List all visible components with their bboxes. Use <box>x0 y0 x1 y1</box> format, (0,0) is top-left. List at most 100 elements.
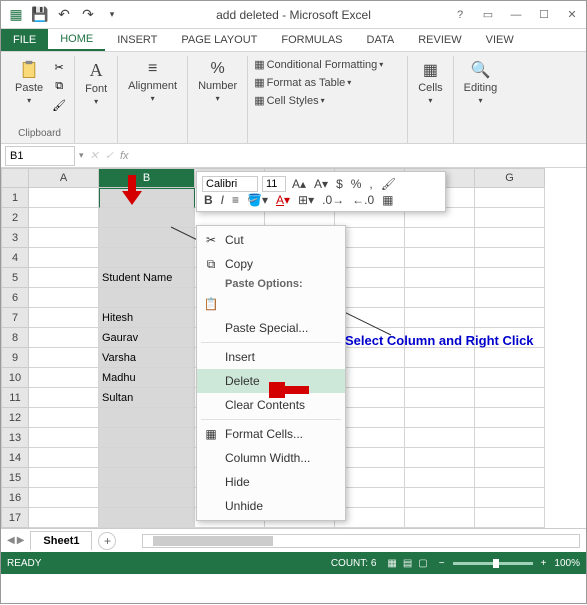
cell[interactable] <box>405 488 475 508</box>
close-icon[interactable]: ✕ <box>558 4 586 26</box>
cell[interactable] <box>475 408 545 428</box>
conditional-formatting-button[interactable]: ▦Conditional Formatting▾ <box>254 58 383 71</box>
cell[interactable] <box>405 428 475 448</box>
menu-insert[interactable]: Insert <box>197 345 345 369</box>
help-icon[interactable]: ? <box>446 4 474 26</box>
mini-size-select[interactable]: 11 <box>262 176 286 192</box>
cell[interactable] <box>29 408 99 428</box>
number-button[interactable]: % Number ▾ <box>194 58 241 105</box>
tab-view[interactable]: VIEW <box>474 29 526 51</box>
cell[interactable] <box>99 508 195 528</box>
cell[interactable] <box>99 208 195 228</box>
cut-icon[interactable]: ✂ <box>50 58 68 76</box>
menu-paste-special[interactable]: Paste Special... <box>197 316 345 340</box>
borders-icon[interactable]: ⊞▾ <box>296 193 316 207</box>
cell[interactable] <box>475 508 545 528</box>
cell[interactable] <box>29 228 99 248</box>
cell[interactable] <box>99 228 195 248</box>
sheet-nav-next-icon[interactable]: ▶ <box>17 535 25 546</box>
cell[interactable] <box>475 308 545 328</box>
bold-icon[interactable]: B <box>202 193 215 207</box>
zoom-level[interactable]: 100% <box>554 558 580 569</box>
redo-icon[interactable]: ↷ <box>77 4 99 26</box>
cell[interactable] <box>99 428 195 448</box>
cell[interactable]: Varsha <box>99 348 195 368</box>
font-button[interactable]: A Font ▾ <box>81 58 111 108</box>
merge-icon[interactable]: ▦ <box>380 193 395 207</box>
cell[interactable] <box>475 468 545 488</box>
row-head[interactable]: 1 <box>1 188 29 208</box>
cell[interactable]: Hitesh <box>99 308 195 328</box>
row-head[interactable]: 5 <box>1 268 29 288</box>
cell[interactable] <box>405 408 475 428</box>
col-head-a[interactable]: A <box>29 168 99 188</box>
comma-format-icon[interactable]: , <box>367 177 374 191</box>
cell[interactable] <box>475 248 545 268</box>
format-painter-mini-icon[interactable]: 🖌 <box>379 177 398 191</box>
cell[interactable] <box>29 448 99 468</box>
cell[interactable] <box>29 428 99 448</box>
cell[interactable] <box>99 288 195 308</box>
cell[interactable] <box>29 208 99 228</box>
cell[interactable] <box>475 208 545 228</box>
cell[interactable] <box>29 268 99 288</box>
editing-button[interactable]: 🔍 Editing ▾ <box>460 58 502 107</box>
cell[interactable]: Madhu <box>99 368 195 388</box>
row-head[interactable]: 6 <box>1 288 29 308</box>
copy-icon[interactable]: ⧉ <box>50 77 68 95</box>
row-head[interactable]: 9 <box>1 348 29 368</box>
menu-column-width[interactable]: Column Width... <box>197 446 345 470</box>
maximize-icon[interactable]: ☐ <box>530 4 558 26</box>
cell[interactable] <box>475 448 545 468</box>
cell[interactable] <box>405 448 475 468</box>
fill-color-icon[interactable]: 🪣▾ <box>245 193 270 207</box>
italic-icon[interactable]: I <box>219 193 226 207</box>
cell[interactable] <box>29 328 99 348</box>
menu-hide[interactable]: Hide <box>197 470 345 494</box>
tab-page-layout[interactable]: PAGE LAYOUT <box>169 29 269 51</box>
menu-copy[interactable]: ⧉Copy <box>197 252 345 276</box>
cell[interactable] <box>29 288 99 308</box>
row-head[interactable]: 11 <box>1 388 29 408</box>
cell[interactable] <box>405 368 475 388</box>
tab-file[interactable]: FILE <box>1 29 48 51</box>
font-color-icon[interactable]: A▾ <box>274 193 292 207</box>
cancel-icon[interactable]: ✕ <box>90 149 99 162</box>
minimize-icon[interactable]: — <box>502 4 530 26</box>
row-head[interactable]: 10 <box>1 368 29 388</box>
alignment-button[interactable]: ≡ Alignment ▾ <box>124 58 181 105</box>
fx-icon[interactable]: fx <box>120 150 129 162</box>
percent-format-icon[interactable]: % <box>349 177 364 191</box>
increase-decimal-icon[interactable]: ←.0 <box>350 193 376 207</box>
menu-cut[interactable]: ✂Cut <box>197 228 345 252</box>
tab-review[interactable]: REVIEW <box>406 29 473 51</box>
save-icon[interactable]: 💾 <box>29 4 51 26</box>
cell[interactable] <box>405 348 475 368</box>
row-head[interactable]: 7 <box>1 308 29 328</box>
zoom-slider[interactable] <box>453 562 533 565</box>
cell[interactable] <box>29 508 99 528</box>
accounting-format-icon[interactable]: $ <box>334 177 345 191</box>
cell[interactable] <box>29 348 99 368</box>
tab-home[interactable]: HOME <box>48 29 105 51</box>
cell[interactable] <box>99 408 195 428</box>
row-head[interactable]: 16 <box>1 488 29 508</box>
cell[interactable]: Student Name <box>99 268 195 288</box>
cell[interactable] <box>475 228 545 248</box>
decrease-font-icon[interactable]: A▾ <box>312 177 330 191</box>
cell[interactable] <box>29 248 99 268</box>
cell[interactable] <box>29 188 99 208</box>
cell[interactable] <box>99 468 195 488</box>
select-all[interactable] <box>1 168 29 188</box>
cell-styles-button[interactable]: ▦Cell Styles▾ <box>254 94 324 107</box>
cell[interactable] <box>405 388 475 408</box>
cell[interactable] <box>405 228 475 248</box>
cell[interactable] <box>405 288 475 308</box>
col-head-g[interactable]: G <box>475 168 545 188</box>
tab-data[interactable]: DATA <box>355 29 407 51</box>
menu-paste[interactable]: 📋 <box>197 292 345 316</box>
cell[interactable] <box>29 388 99 408</box>
cell[interactable] <box>405 268 475 288</box>
horizontal-scrollbar[interactable] <box>142 534 580 548</box>
row-head[interactable]: 14 <box>1 448 29 468</box>
